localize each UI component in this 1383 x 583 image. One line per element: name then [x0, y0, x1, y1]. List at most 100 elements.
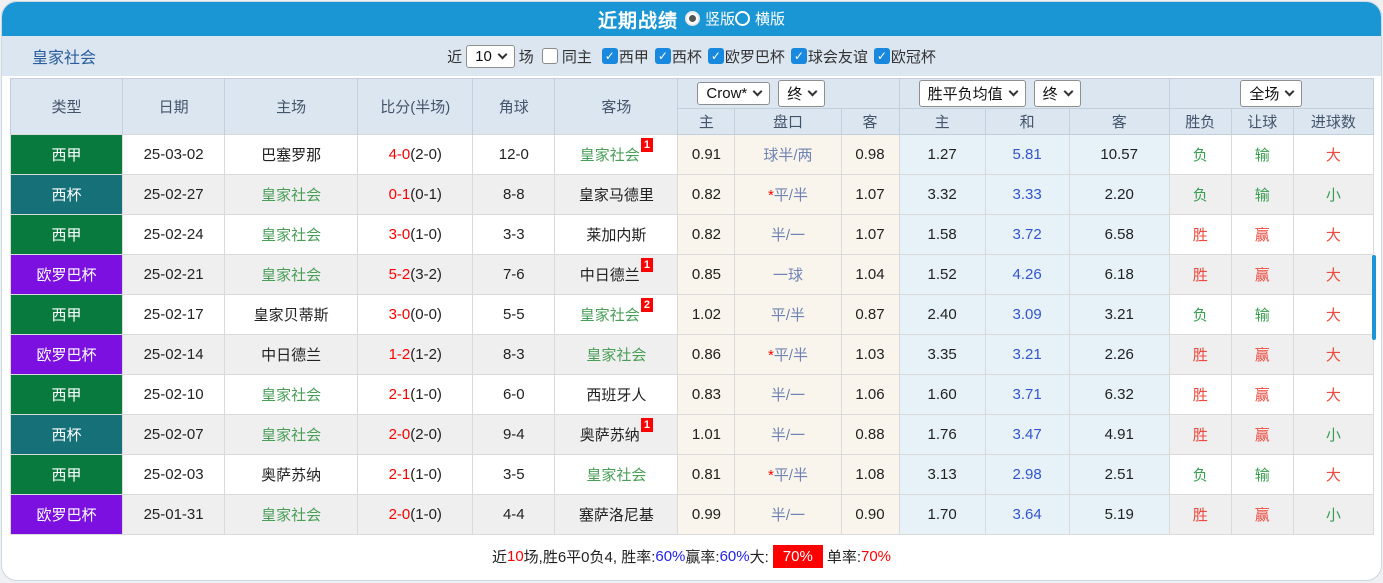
col-date: 日期 [122, 78, 226, 135]
summary-segment: 10 [506, 547, 524, 565]
radio-label: 竖版 [704, 11, 735, 28]
avg-stage-select[interactable]: 终 [1033, 80, 1081, 107]
avg-away: 4.91 [1068, 414, 1170, 455]
league-badge: 西杯 [9, 174, 124, 215]
same-home-checkbox[interactable]: 同主 [541, 46, 592, 67]
odds-stage-select[interactable]: 终 [778, 80, 826, 107]
league-filter[interactable]: ✓ 欧罗巴杯 [707, 46, 785, 67]
handicap: 球半/两 [734, 134, 842, 175]
away-team[interactable]: 西班牙人 [554, 374, 679, 415]
handicap: *平/半 [734, 174, 842, 215]
league-filter-label: 欧冠杯 [890, 48, 936, 66]
league-filter[interactable]: ✓ 球会友谊 [790, 46, 868, 67]
result-winlose: 胜 [1168, 334, 1232, 375]
result-winlose: 负 [1168, 174, 1232, 215]
league-filter[interactable]: ✓ 西杯 [654, 46, 702, 67]
avg-draw: 3.64 [984, 494, 1070, 535]
team-name-link[interactable]: 皇家社会 [32, 44, 96, 68]
home-team[interactable]: 皇家社会 [224, 214, 359, 255]
away-team[interactable]: 皇家马德里 [554, 174, 679, 215]
home-team[interactable]: 皇家社会 [224, 254, 359, 295]
result-goals: 大 [1292, 254, 1375, 295]
home-team[interactable]: 皇家社会 [224, 174, 359, 215]
result-winlose: 负 [1168, 134, 1232, 175]
summary-footer: 近 10 场,胜6平0负4, 胜率: 60% 赢率: 60% 大: 70% 单率: 70% [2, 535, 1381, 577]
odds-away: 1.03 [840, 334, 900, 375]
away-team[interactable]: 中日德兰1 [554, 254, 679, 295]
bookmaker-select[interactable]: Crow* [697, 82, 771, 105]
league-filter-label: 西杯 [671, 48, 702, 66]
avg-draw: 2.98 [984, 454, 1070, 495]
match-date: 25-02-03 [122, 454, 226, 495]
league-filter[interactable]: ✓ 西甲 [601, 46, 649, 67]
avg-home: 1.58 [898, 214, 986, 255]
summary-segment: 近 [491, 548, 507, 566]
col-avg-away: 客 [1068, 108, 1170, 135]
away-team[interactable]: 皇家社会 [554, 334, 679, 375]
handicap: 半/一 [734, 494, 842, 535]
rank-badge: 1 [640, 258, 653, 272]
match-date: 25-02-14 [122, 334, 226, 375]
league-badge: 西甲 [9, 134, 124, 175]
match-date: 25-02-27 [122, 174, 226, 215]
table-row: 西甲 25-02-10 皇家社会 2-1(1-0) 6-0 西班牙人 0.83 … [9, 374, 1375, 415]
league-badge: 西甲 [9, 374, 124, 415]
layout-radio-option[interactable]: 横版 [735, 8, 785, 29]
corner-score: 9-4 [472, 414, 556, 455]
league-badge: 欧罗巴杯 [9, 254, 124, 295]
home-team[interactable]: 皇家社会 [224, 414, 359, 455]
summary-segment: 场,胜6平0负4, 胜率: [523, 548, 656, 566]
home-team[interactable]: 巴塞罗那 [224, 134, 359, 175]
result-winlose: 胜 [1168, 254, 1232, 295]
chevron-down-icon [1284, 86, 1295, 97]
away-team[interactable]: 奥萨苏纳1 [554, 414, 679, 455]
avg-home: 3.13 [898, 454, 986, 495]
summary-segment: 60% [655, 547, 686, 565]
league-filter[interactable]: ✓ 欧冠杯 [873, 46, 936, 67]
corner-score: 3-3 [472, 214, 556, 255]
home-team[interactable]: 皇家社会 [224, 374, 359, 415]
avg-home: 1.52 [898, 254, 986, 295]
table-row: 西甲 25-02-24 皇家社会 3-0(1-0) 3-3 莱加内斯 0.82 … [9, 214, 1375, 255]
away-team[interactable]: 皇家社会2 [554, 294, 679, 335]
scope-select[interactable]: 全场 [1240, 80, 1303, 107]
score: 5-2(3-2) [357, 254, 474, 295]
home-team[interactable]: 皇家贝蒂斯 [224, 294, 359, 335]
avg-home: 1.76 [898, 414, 986, 455]
radio-icon [735, 11, 750, 26]
home-team[interactable]: 中日德兰 [224, 334, 359, 375]
radio-icon [684, 11, 700, 26]
filter-bar: 皇家社会 近 10 场 同主 ✓ 西甲 ✓ 西杯 ✓ 欧罗巴杯 ✓ 球会友谊 ✓… [2, 36, 1381, 76]
match-date: 25-03-02 [122, 134, 226, 175]
league-filter-label: 欧罗巴杯 [724, 48, 785, 66]
scrollbar-thumb[interactable] [1372, 255, 1376, 340]
away-team[interactable]: 莱加内斯 [554, 214, 679, 255]
handicap: *平/半 [734, 334, 842, 375]
avg-away: 6.18 [1068, 254, 1170, 295]
league-filter-group: ✓ 西甲 ✓ 西杯 ✓ 欧罗巴杯 ✓ 球会友谊 ✓ 欧冠杯 [596, 46, 936, 67]
col-goals: 进球数 [1292, 108, 1375, 135]
league-badge: 西杯 [9, 414, 124, 455]
score: 2-1(1-0) [357, 374, 474, 415]
home-team[interactable]: 奥萨苏纳 [224, 454, 359, 495]
chevron-down-icon [1008, 86, 1019, 97]
scope-select-group: 全场 [1168, 78, 1375, 109]
odds-away: 1.08 [840, 454, 900, 495]
away-team[interactable]: 皇家社会 [554, 454, 679, 495]
home-team[interactable]: 皇家社会 [224, 494, 359, 535]
score: 2-1(1-0) [357, 454, 474, 495]
odds-away: 0.90 [840, 494, 900, 535]
odds-away: 0.87 [840, 294, 900, 335]
results-table: 类型 日期 主场 比分(半场) 角球 客场 Crow* 终 胜平负均值 终 全场… [9, 78, 1375, 535]
chevron-down-icon [807, 86, 818, 97]
away-team[interactable]: 塞萨洛尼基 [554, 494, 679, 535]
result-winlose: 胜 [1168, 374, 1232, 415]
handicap: 半/一 [734, 214, 842, 255]
away-team[interactable]: 皇家社会1 [554, 134, 679, 175]
match-date: 25-02-10 [122, 374, 226, 415]
layout-radio-selected[interactable]: 竖版 [684, 8, 735, 29]
avg-type-select[interactable]: 胜平负均值 [918, 80, 1026, 107]
result-goals: 小 [1292, 494, 1375, 535]
match-count-select[interactable]: 10 [466, 44, 515, 68]
table-row: 西甲 25-02-17 皇家贝蒂斯 3-0(0-0) 5-5 皇家社会2 1.0… [9, 294, 1375, 335]
